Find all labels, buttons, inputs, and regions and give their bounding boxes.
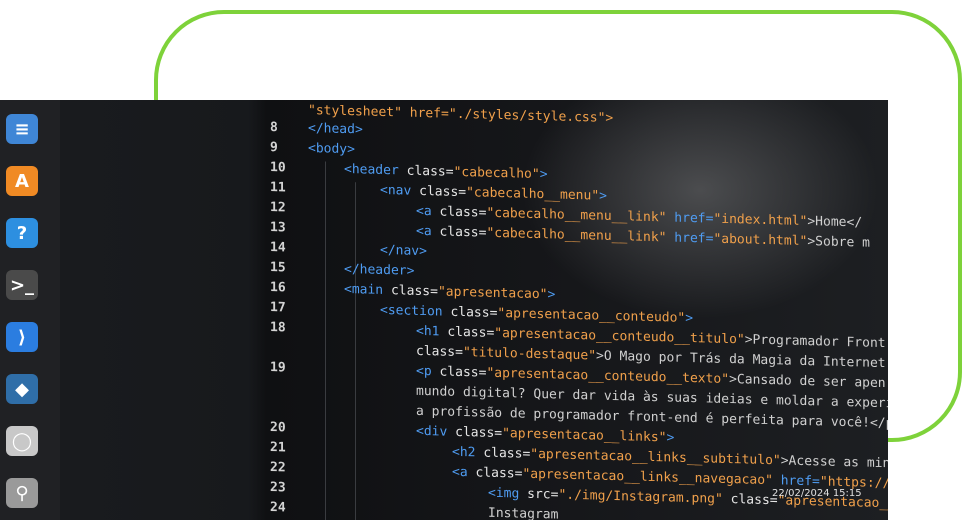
line-number (270, 407, 308, 408)
terminal-icon[interactable]: >_ (6, 270, 38, 300)
line-number: 14 (270, 239, 286, 255)
code-text: <nav class="cabecalho__menu"> (380, 182, 607, 204)
vscode-icon[interactable]: ⟩ (6, 322, 38, 352)
line-number: 24 (270, 499, 286, 515)
line-number: 22 (270, 459, 286, 475)
code-text: </nav> (380, 242, 427, 259)
line-number: 23 (270, 479, 286, 495)
code-line: 8 </head> (270, 118, 363, 138)
line-number (270, 109, 308, 110)
usb-icon[interactable]: ⚲ (6, 478, 38, 508)
code-line: 15 </header> (270, 258, 414, 280)
line-number: 19 (270, 359, 286, 375)
line-number (270, 347, 308, 348)
line-number: 16 (270, 279, 286, 295)
code-text: </head> (308, 120, 363, 137)
line-number: 11 (270, 179, 286, 195)
code-editor: "stylesheet" href="./styles/style.css"> 8… (270, 100, 888, 520)
code-text: <body> (308, 140, 355, 157)
text-editor-icon[interactable]: ≡ (6, 114, 38, 144)
line-number: 20 (270, 419, 286, 435)
line-number: 10 (270, 159, 286, 175)
line-number: 15 (270, 259, 286, 275)
code-line: 14 </nav> (270, 238, 427, 260)
line-number: 12 (270, 199, 286, 215)
ubuntu-dock: ≡ A? >_ ⟩ ◆ ◯ ⚲ (0, 100, 60, 520)
code-text: <div class="apresentacao__links"> (416, 423, 675, 446)
line-number: 13 (270, 219, 286, 235)
line-number: 9 (270, 139, 278, 155)
line-number: 17 (270, 299, 286, 315)
disc-icon[interactable]: ◯ (6, 426, 38, 456)
help-icon[interactable]: ? (6, 218, 38, 248)
line-number (270, 387, 308, 388)
code-text: <main class="apresentacao"> (344, 281, 556, 302)
line-number: 8 (270, 119, 278, 135)
code-text: <header class="cabecalho"> (344, 161, 548, 182)
software-center-icon[interactable]: A (6, 166, 38, 196)
line-number: 21 (270, 439, 286, 455)
code-text: </header> (344, 261, 415, 279)
monitor-photo: ≡ A? >_ ⟩ ◆ ◯ ⚲ "stylesheet" href="./styles/st… (0, 100, 888, 520)
line-number: 18 (270, 319, 286, 335)
code-text: Instagram (488, 505, 559, 520)
photo-timestamp: 22/02/2024 15:15 (772, 488, 862, 499)
code-line: 9 <body> (270, 138, 355, 158)
mysql-workbench-icon[interactable]: ◆ (6, 374, 38, 404)
